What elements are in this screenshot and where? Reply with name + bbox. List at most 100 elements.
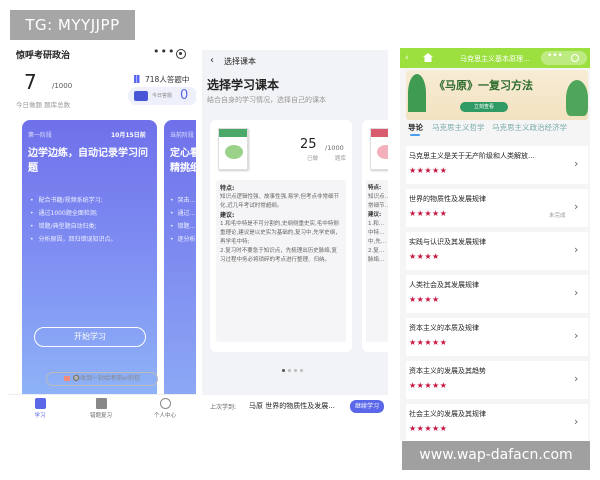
stage-headline: 边学边练，自动记录学习问题 [28, 148, 148, 174]
banner-title: 《马原》一复习方法 [434, 79, 533, 92]
tab-intro[interactable]: 导论 [408, 122, 423, 136]
textbook-card-next[interactable]: 特点: 知识点… 常细节… 建议: 1.和… 中特… 中,先… 2.复… 脉络… [362, 120, 388, 352]
page-title: 选择学习课本 [207, 78, 280, 92]
desc-text: 2.复习时不要急于知识点，先梳理出历史脉络,复习过程中务必将琐碎的考点进行整理、… [220, 248, 337, 263]
textbook-description: 特点: 知识点… 常细节… 建议: 1.和… 中特… 中,先… 2.复… 脉络… [366, 180, 388, 342]
user-icon [159, 398, 171, 409]
chevron-right-icon: › [574, 372, 579, 385]
study-home-screen: 惊呼考研政治 ••• 7 /1000 今日做题 题库总数 718人答题中 今日答… [8, 42, 196, 424]
nav-title: 马克思主义基本原理… [460, 55, 530, 63]
today-count: 7 [24, 70, 37, 94]
stage-label: 第一阶段 [28, 132, 53, 139]
chapter-item[interactable]: 马克思主义是关于无产阶级和人类解放… ★★★★★ › [406, 146, 588, 184]
status-badge: 未完成 [549, 213, 566, 219]
letter-link[interactable]: 🔘收到一封给考研er的信 [46, 372, 158, 386]
tab-philosophy[interactable]: 马克思主义哲学 [432, 122, 485, 133]
chapter-item[interactable]: 资本主义的本质及规律 ★★★★★ › [406, 318, 588, 356]
more-menu-icon[interactable]: ••• [547, 51, 563, 61]
nav-bar: ‹ 马克思主义基本原理… ••• [400, 48, 590, 68]
choose-textbook-screen: ‹ 选择课本 选择学习课本 结合自身的学习情况，选择自己的课本 25 /1000… [202, 50, 388, 418]
close-capsule-icon[interactable] [571, 54, 579, 62]
desc-heading: 特点: [220, 185, 235, 192]
chapter-title: 社会主义的发展及其规律 [409, 410, 486, 418]
capsule-menu[interactable]: ••• [541, 51, 587, 65]
today-answer-pill[interactable]: 今日答题 0 [128, 87, 196, 105]
chapter-title: 资本主义的发展及其趋势 [409, 367, 486, 375]
chapter-item[interactable]: 资本主义的发展及其趋势 ★★★★★ › [406, 361, 588, 399]
chapter-item[interactable]: 世界的物质性及发展规律 ★★★★★ 未完成 › [406, 189, 588, 227]
list-item: 配合书籍/视频系统学习; [30, 194, 155, 207]
list-item: 分析原因，回归错误知识点。 [30, 233, 155, 246]
tab-profile[interactable]: 个人中心 [140, 398, 190, 419]
last-studied-book[interactable]: 马原 世界的物质性及发展... [249, 401, 341, 411]
view-now-button[interactable]: 立刻查看 [460, 102, 508, 112]
list-item: 错题… [170, 220, 196, 233]
desc-text: 1.和毛中特是不可分割的,史纲侧重史实,毛中特侧重理论,建议是以史实为基础的,复… [220, 221, 341, 245]
textbook-description: 特点: 知识点逻辑性强、故事性强,易学,但考点非常细节化,近几年考试时常超纲。 … [216, 180, 346, 342]
continue-button[interactable]: 继续学习 [350, 400, 384, 413]
chapter-item[interactable]: 社会主义的发展及其规律 ★★★★★ › [406, 404, 588, 440]
importance-stars: ★★★★★ [409, 424, 448, 433]
chevron-right-icon: › [574, 286, 579, 299]
start-study-button[interactable]: 开始学习 [34, 327, 146, 347]
desc-text: 知识点逻辑性强、故事性强,易学,但考点非常细节化,近几年考试时常超纲。 [220, 194, 339, 209]
active-users: 718人答题中 [134, 74, 189, 85]
chapter-item[interactable]: 人类社会及其发展规律 ★★★★ › [406, 275, 588, 313]
review-method-banner[interactable]: 《马原》一复习方法 立刻查看 [406, 70, 588, 120]
importance-stars: ★★★★★ [409, 209, 448, 218]
list-item: 逐分析… [170, 233, 196, 246]
stage-bullets: 突击… 通过… 错题… 逐分析… [170, 194, 196, 246]
chapter-item[interactable]: 实践与认识及其发展规律 ★★★★ › [406, 232, 588, 270]
home-icon[interactable] [423, 53, 433, 62]
chapter-list-screen: ‹ 马克思主义基本原理… ••• 《马原》一复习方法 立刻查看 导论 马克思主义… [400, 48, 590, 440]
more-menu-icon[interactable]: ••• [153, 45, 175, 58]
book-cover-image [218, 128, 248, 170]
chapter-title: 世界的物质性及发展规律 [409, 195, 486, 203]
stage-bullets: 配合书籍/视频系统学习; 通过1000题全面检测; 错题/典型题自动归类; 分析… [30, 194, 155, 246]
plant-illustration [566, 80, 588, 116]
nav-bar: ‹ 选择课本 [202, 50, 388, 71]
tab-wrong-review[interactable]: 错题复习 [76, 398, 126, 419]
section-tabs: 导论 马克思主义哲学 马克思主义政治经济学 [400, 122, 590, 142]
chevron-right-icon: › [574, 329, 579, 342]
watermark-top: TG: MYYJJPP [10, 10, 135, 40]
header: 惊呼考研政治 ••• [8, 42, 196, 68]
desc-heading: 建议: [220, 212, 235, 219]
chapter-title: 人类社会及其发展规律 [409, 281, 479, 289]
pill-number: 0 [180, 88, 189, 103]
chapter-title: 资本主义的本质及规律 [409, 324, 479, 332]
back-icon[interactable]: ‹ [405, 53, 409, 63]
screenshot-collage: 惊呼考研政治 ••• 7 /1000 今日做题 题库总数 718人答题中 今日答… [0, 0, 600, 480]
list-item: 错题/典型题自动归类; [30, 220, 155, 233]
stage-card-2[interactable]: 当前阶段 定心看… 精挑细… 突击… 通过… 错题… 逐分析… [164, 120, 196, 401]
chevron-right-icon: › [574, 243, 579, 256]
nav-title: 选择课本 [224, 57, 256, 66]
close-capsule-icon[interactable] [176, 49, 186, 59]
stage-label: 当前阶段 [170, 132, 195, 139]
bank-label: 题库 [335, 156, 347, 162]
tab-political-economy[interactable]: 马克思主义政治经济学 [492, 122, 567, 133]
calendar-icon [134, 91, 148, 101]
tab-study[interactable]: 学习 [15, 398, 65, 419]
list-item: 通过… [170, 207, 196, 220]
back-icon[interactable]: ‹ [210, 55, 214, 66]
chapter-title: 实践与认识及其发展规律 [409, 238, 486, 246]
stage-card-1[interactable]: 第一阶段 10月15日前 边学边练，自动记录学习问题 配合书籍/视频系统学习; … [22, 120, 157, 401]
chevron-right-icon: › [574, 200, 579, 213]
textbook-card[interactable]: 25 /1000 已做 题库 特点: 知识点逻辑性强、故事性强,易学,但考点非常… [210, 120, 352, 352]
resume-bar: 上次学到: 马原 世界的物质性及发展... 继续学习 [202, 395, 388, 418]
importance-stars: ★★★★★ [409, 338, 448, 347]
bank-total: /1000 [52, 82, 73, 90]
bottom-tab-bar: 学习 错题复习 个人中心 [8, 394, 196, 424]
stage-headline: 定心看… 精挑细… [170, 148, 196, 174]
carousel-indicator [282, 357, 306, 376]
importance-stars: ★★★★ [409, 252, 440, 261]
chart-icon [134, 75, 142, 83]
app-title: 惊呼考研政治 [16, 51, 71, 61]
last-studied-label: 上次学到: [210, 404, 237, 411]
book-icon [34, 398, 46, 409]
done-label: 已做 [307, 156, 319, 162]
bank-total: /1000 [325, 144, 344, 152]
importance-stars: ★★★★★ [409, 166, 448, 175]
book-cover-image [370, 128, 388, 170]
